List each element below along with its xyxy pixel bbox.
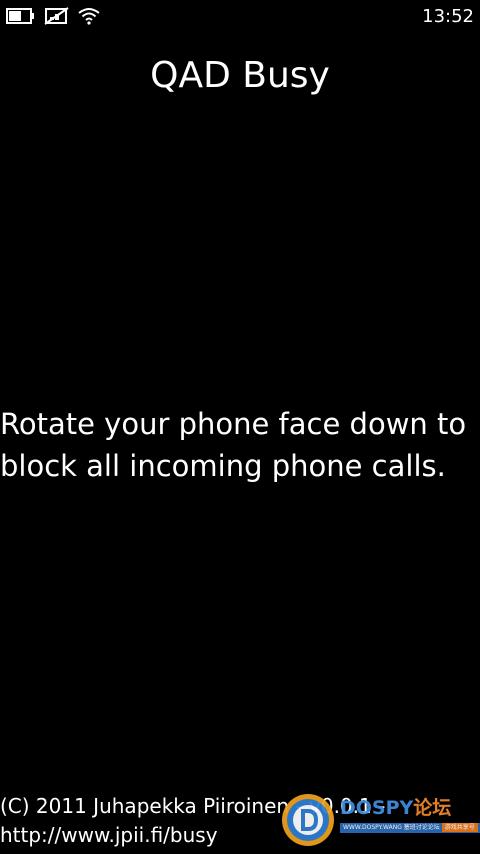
- instructions-text: Rotate your phone face down to block all…: [0, 407, 467, 483]
- signal-off-icon: [44, 7, 70, 25]
- status-bar: 13:52: [0, 0, 480, 34]
- battery-icon: [6, 7, 36, 25]
- status-icons: [6, 7, 100, 25]
- watermark-brand: DOSPY论坛: [340, 797, 452, 819]
- wifi-icon: [78, 7, 100, 25]
- status-clock: 13:52: [422, 6, 474, 27]
- watermark-logo: DOSPY论坛 WWW.DOSPY.WANG 塞班讨论论坛 游戏共享号: [280, 791, 480, 849]
- watermark-subtitle: WWW.DOSPY.WANG 塞班讨论论坛 游戏共享号: [340, 823, 480, 833]
- dospy-logo-icon: [282, 794, 334, 846]
- app-title: QAD Busy: [150, 55, 330, 96]
